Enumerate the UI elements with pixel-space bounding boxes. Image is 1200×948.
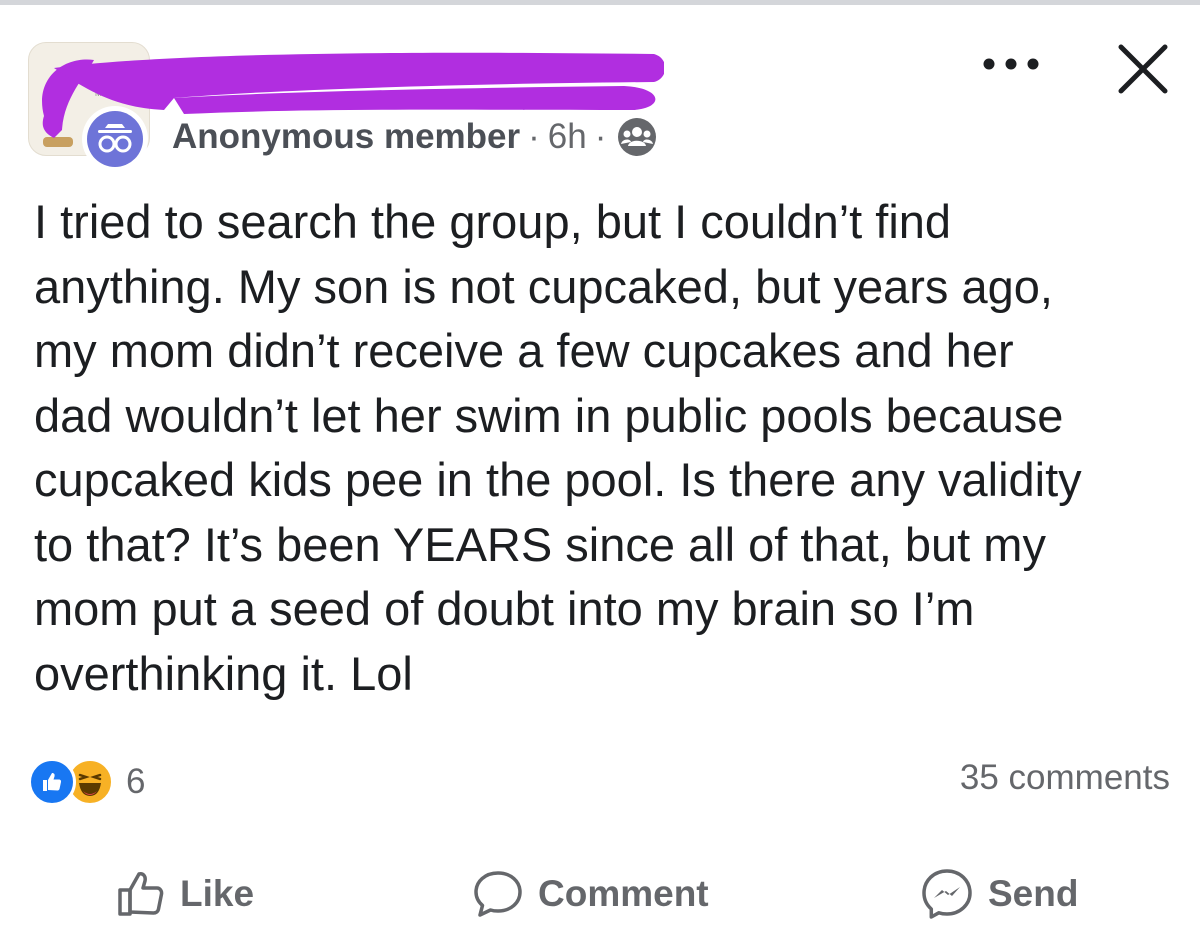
reactions-count: 6 [126,762,146,801]
post-time[interactable]: 6h [548,117,587,157]
group-avatar-text: NON TOXI [87,76,139,87]
like-button[interactable]: Like [116,862,254,926]
send-button[interactable]: Send [920,862,1078,926]
group-avatar-art [43,137,73,147]
anonymous-avatar[interactable] [82,106,148,172]
comments-count[interactable]: 35 comments [960,758,1170,798]
more-options-button[interactable] [978,44,1044,84]
meta-separator-2: · [594,117,607,156]
comment-button[interactable]: Comment [472,862,709,926]
people-icon [616,116,658,158]
group-name[interactable]: Non Toxic ... [174,60,376,94]
like-reaction-icon [28,758,76,806]
thumbs-up-icon [116,870,166,918]
comment-icon [472,869,524,919]
close-button[interactable] [1108,34,1178,104]
top-divider [0,0,1200,5]
more-icon [983,58,1039,70]
comment-label: Comment [538,873,709,914]
like-label: Like [180,873,255,914]
meta-separator: · [528,117,540,156]
post-meta: Anonymous member · 6h · [172,114,658,160]
post-text: I tried to search the group, but I could… [34,195,1082,700]
anonymous-icon [87,111,143,167]
group-avatar-subtext: MIC [95,89,110,98]
post-actions: Like Comment Send [0,862,1200,926]
send-label: Send [988,873,1079,914]
messenger-icon [920,867,974,921]
reactions-summary[interactable]: 6 [28,754,145,810]
author-name[interactable]: Anonymous member [172,117,520,157]
close-icon [1118,44,1168,94]
